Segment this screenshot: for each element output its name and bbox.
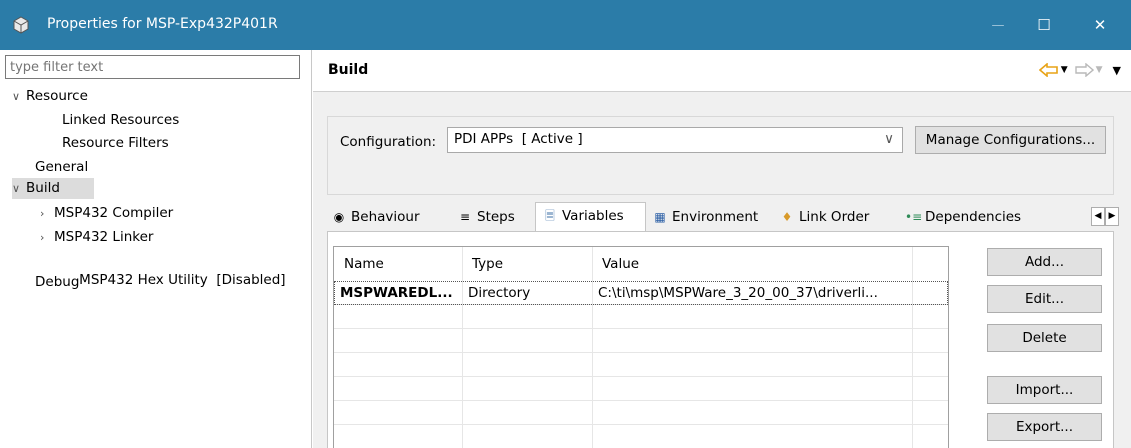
add-button[interactable]: Add...: [987, 248, 1102, 276]
filter-input[interactable]: [5, 55, 300, 79]
tree-item-debug[interactable]: Debug: [35, 272, 79, 293]
eclipse-properties-icon: [13, 16, 29, 34]
table-row-empty: [334, 329, 948, 353]
page-header: Build ▼ ▼ ▼: [313, 50, 1131, 92]
scroll-left-icon[interactable]: ◀: [1091, 207, 1105, 226]
chevron-right-icon[interactable]: ›: [40, 203, 54, 224]
tab-bar: ◉ Behaviour ≡ Steps 🗏 Variables ▦ Environmen…: [313, 202, 1131, 231]
variables-table[interactable]: Name Type Value MSPWAREDL... Directory C…: [333, 246, 949, 448]
cell-value: C:\ti\msp\MSPWare_3_20_00_37\driverli...: [598, 285, 878, 301]
tree-item-label: Resource Filters: [62, 135, 169, 151]
tab-link-order[interactable]: ♦ Link Order: [773, 204, 870, 231]
tab-steps[interactable]: ≡ Steps: [451, 204, 515, 231]
configuration-value: PDI APPs [ Active ]: [454, 131, 583, 147]
column-header-type[interactable]: Type: [462, 247, 503, 281]
variables-icon: 🗏: [545, 209, 555, 223]
table-row-empty: [334, 377, 948, 401]
tree-item-resource-filters[interactable]: Resource Filters: [62, 133, 169, 154]
table-row-empty: [334, 305, 948, 329]
view-menu-icon[interactable]: ▼: [1113, 64, 1121, 77]
configuration-select[interactable]: PDI APPs [ Active ] ∨: [447, 127, 903, 153]
forward-dropdown-icon[interactable]: ▼: [1096, 65, 1103, 75]
configuration-label: Configuration:: [340, 134, 437, 150]
tab-behaviour[interactable]: ◉ Behaviour: [325, 204, 420, 231]
tree-item-label: MSP432 Compiler: [54, 205, 174, 221]
tree-item-msp432-compiler[interactable]: › MSP432 Compiler: [40, 203, 173, 224]
column-header-value[interactable]: Value: [592, 247, 639, 281]
tree-item-label: MSP432 Hex Utility [Disabled]: [79, 272, 286, 288]
maximize-button[interactable]: ☐: [1021, 0, 1067, 50]
tree-item-label: MSP432 Linker: [54, 229, 154, 245]
import-button[interactable]: Import...: [987, 376, 1102, 404]
forward-arrow-icon[interactable]: [1074, 63, 1094, 77]
chevron-down-icon: ∨: [884, 131, 894, 147]
tab-scroll: ◀ ▶: [1091, 207, 1119, 226]
chevron-down-icon[interactable]: ∨: [12, 178, 26, 199]
radio-icon: ◉: [333, 210, 345, 224]
chevron-right-icon[interactable]: ›: [40, 227, 54, 248]
nav-toolbar: ▼ ▼ ▼: [1038, 60, 1121, 80]
cell-type: Directory: [468, 285, 531, 301]
close-button[interactable]: ✕: [1077, 0, 1123, 50]
environment-icon: ▦: [654, 210, 666, 224]
tree-item-label: General: [35, 159, 89, 175]
window-title: Properties for MSP-Exp432P401R: [47, 16, 278, 32]
tree-item-linked-resources[interactable]: Linked Resources: [62, 110, 179, 131]
chevron-down-icon[interactable]: ∨: [12, 86, 26, 107]
dependencies-icon: •≡: [905, 210, 923, 224]
tree-item-label: Linked Resources: [62, 112, 180, 128]
maximize-icon: ☐: [1037, 16, 1051, 34]
minimize-icon: —: [991, 17, 1005, 33]
back-dropdown-icon[interactable]: ▼: [1061, 65, 1068, 75]
tree-item-general[interactable]: General: [35, 157, 88, 178]
edit-button[interactable]: Edit...: [987, 285, 1102, 313]
close-icon: ✕: [1093, 16, 1107, 34]
tab-environment[interactable]: ▦ Environment: [646, 204, 758, 231]
back-arrow-icon[interactable]: [1038, 63, 1059, 77]
page-title: Build: [328, 62, 369, 78]
export-button[interactable]: Export...: [987, 413, 1102, 441]
delete-button[interactable]: Delete: [987, 324, 1102, 352]
tree-item-label: Build: [26, 180, 60, 196]
manage-configurations-button[interactable]: Manage Configurations...: [915, 126, 1106, 154]
cell-name: MSPWAREDL...: [340, 285, 453, 301]
tree-item-msp432-hex-utility[interactable]: MSP432 Hex Utility [Disabled]: [62, 249, 285, 288]
tree-item-build[interactable]: ∨ Build: [12, 178, 94, 199]
table-row-empty: [334, 425, 948, 448]
table-row[interactable]: MSPWAREDL... Directory C:\ti\msp\MSPWare…: [334, 281, 948, 305]
tree-item-resource[interactable]: ∨ Resource: [12, 86, 88, 107]
sidebar: ∨Resource Linked Resources Resource Filt…: [0, 50, 312, 448]
tree-item-msp432-linker[interactable]: › MSP432 Linker: [40, 227, 153, 248]
tree-item-label: Resource: [26, 88, 88, 104]
table-row-empty: [334, 353, 948, 377]
steps-icon: ≡: [459, 210, 471, 224]
scroll-right-icon[interactable]: ▶: [1105, 207, 1119, 226]
title-bar: Properties for MSP-Exp432P401R — ☐ ✕: [0, 0, 1131, 50]
table-row-empty: [334, 401, 948, 425]
properties-page: Build ▼ ▼ ▼ Configuration: PDI APPs [ Ac…: [313, 50, 1131, 448]
column-header-name[interactable]: Name: [334, 247, 384, 281]
minimize-button[interactable]: —: [975, 0, 1021, 50]
tab-variables[interactable]: 🗏 Variables: [535, 202, 646, 231]
tree-item-label: Debug: [35, 274, 80, 290]
tab-dependencies[interactable]: •≡ Dependencies: [899, 204, 1021, 231]
link-order-icon: ♦: [781, 210, 793, 224]
